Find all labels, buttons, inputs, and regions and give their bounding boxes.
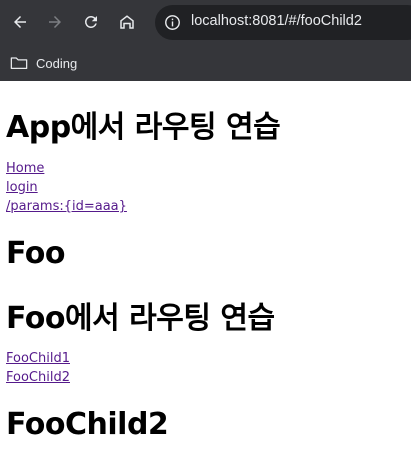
foo-routing-title: Foo에서 라우팅 연습 xyxy=(6,301,275,336)
address-bar[interactable]: localhost:8081/#/fooChild2 xyxy=(155,5,411,40)
page-content: App에서 라우팅 연습 Home login /params:{id=aaa}… xyxy=(0,81,411,474)
login-link[interactable]: login xyxy=(6,180,38,195)
reload-button[interactable] xyxy=(79,10,103,34)
arrow-right-icon xyxy=(49,16,61,28)
params-link[interactable]: /params:{id=aaa} xyxy=(6,199,127,214)
foochild1-link[interactable]: FooChild1 xyxy=(6,351,70,366)
bookmark-coding[interactable]: Coding xyxy=(10,52,77,74)
foochild2-link[interactable]: FooChild2 xyxy=(6,370,70,385)
bookmark-label: Coding xyxy=(36,55,78,71)
app-title: App에서 라우팅 연습 xyxy=(6,110,281,145)
info-icon[interactable] xyxy=(164,14,181,31)
back-button[interactable] xyxy=(8,10,32,34)
browser-toolbar: localhost:8081/#/fooChild2 xyxy=(0,0,411,45)
home-button[interactable] xyxy=(115,10,139,34)
home-link[interactable]: Home xyxy=(6,161,44,176)
folder-icon xyxy=(10,57,28,70)
reload-icon xyxy=(84,15,97,28)
child-title: FooChild2 xyxy=(6,407,169,442)
url-text[interactable]: localhost:8081/#/fooChild2 xyxy=(191,13,362,29)
foo-title: Foo xyxy=(6,236,66,271)
forward-button[interactable] xyxy=(43,10,67,34)
bookmarks-bar: Coding xyxy=(0,45,411,81)
home-icon xyxy=(120,15,134,29)
arrow-left-icon xyxy=(14,16,26,28)
